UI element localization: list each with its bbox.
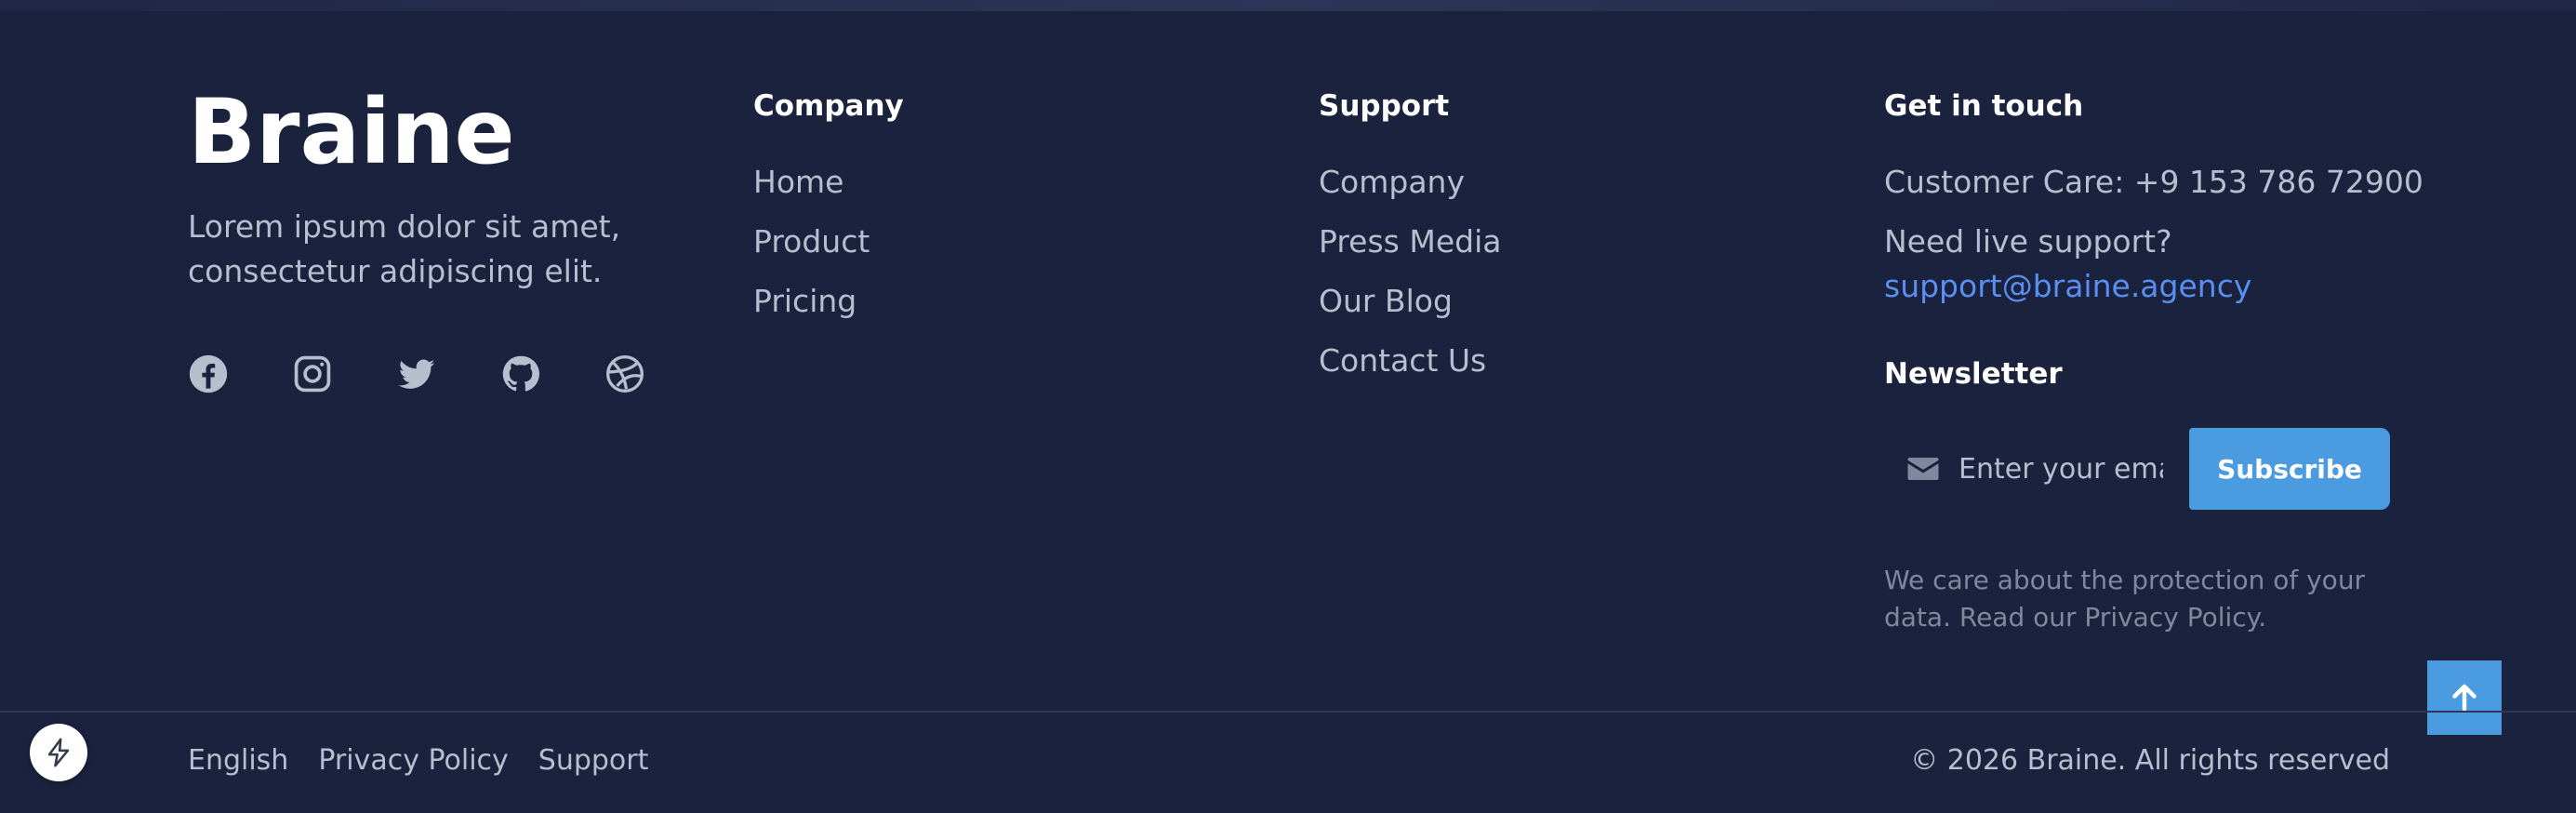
privacy-note: We care about the protection of your dat…: [1884, 565, 2366, 633]
company-link-product[interactable]: Product: [753, 212, 870, 272]
subscribe-button[interactable]: Subscribe: [2189, 428, 2390, 510]
newsletter-heading: Newsletter: [1884, 357, 2063, 391]
copyright-text: © 2026 Braine. All rights reserved: [1910, 744, 2390, 777]
scroll-to-top-button[interactable]: [2427, 660, 2502, 735]
facebook-icon[interactable]: [188, 353, 229, 394]
instagram-icon[interactable]: [292, 353, 333, 394]
newsletter-input-wrap: [1884, 428, 2189, 510]
footer-section: Braine Lorem ipsum dolor sit amet, conse…: [0, 0, 2576, 813]
support-link-company[interactable]: Company: [1319, 153, 1501, 212]
lightning-icon: [47, 738, 70, 767]
twitter-icon[interactable]: [396, 353, 437, 394]
social-links: [188, 353, 645, 394]
brand-logo[interactable]: Braine: [188, 76, 515, 188]
footer-divider: [0, 711, 2576, 713]
support-link[interactable]: Support: [538, 742, 649, 780]
company-link-pricing[interactable]: Pricing: [753, 272, 870, 331]
support-heading: Support: [1319, 89, 1450, 123]
newsletter-email-input[interactable]: [1957, 451, 2165, 486]
brand-tagline: Lorem ipsum dolor sit amet, consectetur …: [188, 208, 621, 289]
mail-icon: [1907, 458, 1939, 480]
support-email-link[interactable]: support@braine.agency: [1884, 268, 2251, 304]
newsletter-form: Subscribe: [1884, 428, 2390, 510]
top-strip: [0, 0, 2576, 11]
bolt-badge[interactable]: [30, 724, 87, 781]
arrow-up-icon: [2452, 684, 2476, 712]
support-link-contact-us[interactable]: Contact Us: [1319, 331, 1501, 391]
live-support-label: Need live support?: [1884, 223, 2172, 260]
github-icon[interactable]: [500, 353, 541, 394]
language-link[interactable]: English: [188, 742, 288, 780]
company-heading: Company: [753, 89, 904, 123]
dribbble-icon[interactable]: [604, 353, 645, 394]
support-links: Company Press Media Our Blog Contact Us: [1319, 153, 1501, 391]
customer-care-line: Customer Care: +9 153 786 72900: [1884, 164, 2423, 200]
company-link-home[interactable]: Home: [753, 153, 870, 212]
company-links: Home Product Pricing: [753, 153, 870, 331]
contact-heading: Get in touch: [1884, 89, 2084, 123]
support-link-press-media[interactable]: Press Media: [1319, 212, 1501, 272]
privacy-policy-link[interactable]: Privacy Policy: [318, 742, 508, 780]
footer-bottom-links: English Privacy Policy Support: [188, 742, 648, 780]
support-link-our-blog[interactable]: Our Blog: [1319, 272, 1501, 331]
